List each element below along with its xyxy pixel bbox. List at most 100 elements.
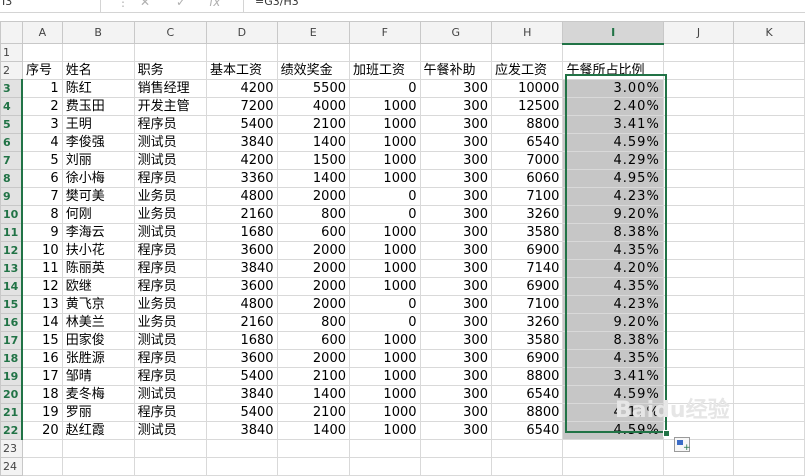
row-header[interactable]: 20 (0, 385, 24, 404)
row-header[interactable]: 13 (0, 259, 24, 278)
table-cell[interactable]: 1400 (276, 169, 351, 188)
table-cell[interactable]: 300 (419, 259, 492, 278)
table-cell[interactable]: 0 (349, 205, 421, 224)
table-cell[interactable]: 测试员 (133, 421, 208, 440)
table-cell[interactable]: 程序员 (133, 169, 208, 188)
table-cell[interactable]: 麦冬梅 (61, 385, 135, 404)
table-cell[interactable]: 刘丽 (61, 151, 135, 170)
empty-cell[interactable] (206, 439, 278, 458)
column-header-d[interactable]: D (206, 21, 278, 44)
empty-cell[interactable] (662, 223, 735, 242)
table-cell[interactable]: 6 (21, 169, 63, 188)
empty-cell[interactable] (662, 331, 735, 350)
empty-cell[interactable] (61, 43, 135, 62)
table-cell[interactable]: 程序员 (133, 277, 208, 296)
empty-cell[interactable] (733, 421, 805, 440)
table-cell[interactable]: 黄飞京 (61, 295, 135, 314)
table-cell[interactable]: 徐小梅 (61, 169, 135, 188)
column-header-f[interactable]: F (349, 21, 421, 44)
table-cell[interactable]: 程序员 (133, 115, 208, 134)
table-cell[interactable]: 程序员 (133, 367, 208, 386)
empty-cell[interactable] (21, 439, 63, 458)
table-cell[interactable]: 6540 (490, 421, 564, 440)
ratio-cell[interactable]: 3.00% (562, 79, 664, 98)
table-cell[interactable]: 3600 (206, 277, 278, 296)
empty-cell[interactable] (419, 43, 492, 62)
row-header[interactable]: 4 (0, 97, 24, 116)
empty-cell[interactable] (733, 331, 805, 350)
table-cell[interactable]: 7000 (490, 151, 564, 170)
table-cell[interactable]: 4 (21, 133, 63, 152)
ratio-cell[interactable]: 4.20% (562, 259, 664, 278)
table-cell[interactable]: 5400 (206, 403, 278, 422)
table-cell[interactable]: 2000 (276, 259, 351, 278)
table-cell[interactable]: 10 (21, 241, 63, 260)
table-cell[interactable]: 何刚 (61, 205, 135, 224)
ratio-cell[interactable]: 9.20% (562, 313, 664, 332)
ratio-cell[interactable]: 3.41% (562, 115, 664, 134)
empty-cell[interactable] (662, 295, 735, 314)
table-cell[interactable]: 2100 (276, 367, 351, 386)
table-cell[interactable]: 6900 (490, 241, 564, 260)
table-cell[interactable]: 15 (21, 331, 63, 350)
empty-cell[interactable] (61, 439, 135, 458)
table-cell[interactable]: 王明 (61, 115, 135, 134)
table-cell[interactable]: 3580 (490, 223, 564, 242)
empty-cell[interactable] (733, 223, 805, 242)
empty-cell[interactable] (733, 439, 805, 458)
table-cell[interactable]: 测试员 (133, 223, 208, 242)
empty-cell[interactable] (733, 115, 805, 134)
empty-cell[interactable] (276, 457, 351, 476)
table-cell[interactable]: 10000 (490, 79, 564, 98)
table-cell[interactable]: 费玉田 (61, 97, 135, 116)
row-header[interactable]: 16 (0, 313, 24, 332)
empty-cell[interactable] (662, 151, 735, 170)
table-cell[interactable]: 2000 (276, 295, 351, 314)
table-cell[interactable]: 1000 (349, 403, 421, 422)
table-cell[interactable]: 1000 (349, 169, 421, 188)
table-cell[interactable]: 3840 (206, 259, 278, 278)
empty-cell[interactable] (733, 349, 805, 368)
empty-cell[interactable] (733, 187, 805, 206)
table-cell[interactable]: 1000 (349, 349, 421, 368)
empty-cell[interactable] (276, 439, 351, 458)
table-cell[interactable]: 8800 (490, 115, 564, 134)
table-cell[interactable]: 罗丽 (61, 403, 135, 422)
quick-analysis-icon[interactable]: + (674, 437, 691, 453)
row-header[interactable]: 10 (0, 205, 24, 224)
empty-cell[interactable] (662, 133, 735, 152)
fx-icon[interactable]: fx (209, 0, 220, 9)
table-cell[interactable]: 300 (419, 151, 492, 170)
table-cell[interactable]: 李俊强 (61, 133, 135, 152)
table-cell[interactable]: 12500 (490, 97, 564, 116)
row-header[interactable]: 5 (0, 115, 24, 134)
row-header[interactable]: 21 (0, 403, 24, 422)
table-cell[interactable]: 6060 (490, 169, 564, 188)
empty-cell[interactable] (733, 403, 805, 422)
empty-cell[interactable] (21, 43, 63, 62)
table-cell[interactable]: 300 (419, 313, 492, 332)
ratio-cell[interactable]: 4.59% (562, 421, 664, 440)
row-header[interactable]: 7 (0, 151, 24, 170)
table-cell[interactable]: 7140 (490, 259, 564, 278)
table-cell[interactable]: 测试员 (133, 151, 208, 170)
ratio-cell[interactable]: 3.41% (562, 367, 664, 386)
table-cell[interactable]: 1000 (349, 385, 421, 404)
header-cell[interactable]: 应发工资 (490, 61, 564, 80)
table-cell[interactable]: 2100 (276, 115, 351, 134)
table-cell[interactable]: 18 (21, 385, 63, 404)
empty-cell[interactable] (733, 241, 805, 260)
table-cell[interactable]: 300 (419, 295, 492, 314)
table-cell[interactable]: 2000 (276, 241, 351, 260)
table-cell[interactable]: 300 (419, 367, 492, 386)
ratio-cell[interactable]: 4.35% (562, 349, 664, 368)
header-cell[interactable]: 序号 (21, 61, 63, 80)
column-header-c[interactable]: C (133, 21, 208, 44)
row-header[interactable]: 1 (0, 43, 23, 62)
table-cell[interactable]: 300 (419, 187, 492, 206)
ratio-cell[interactable]: 9.20% (562, 205, 664, 224)
row-header[interactable]: 19 (0, 367, 24, 386)
ratio-cell[interactable]: 4.35% (562, 241, 664, 260)
row-header[interactable]: 22 (0, 421, 24, 440)
empty-cell[interactable] (733, 79, 805, 98)
